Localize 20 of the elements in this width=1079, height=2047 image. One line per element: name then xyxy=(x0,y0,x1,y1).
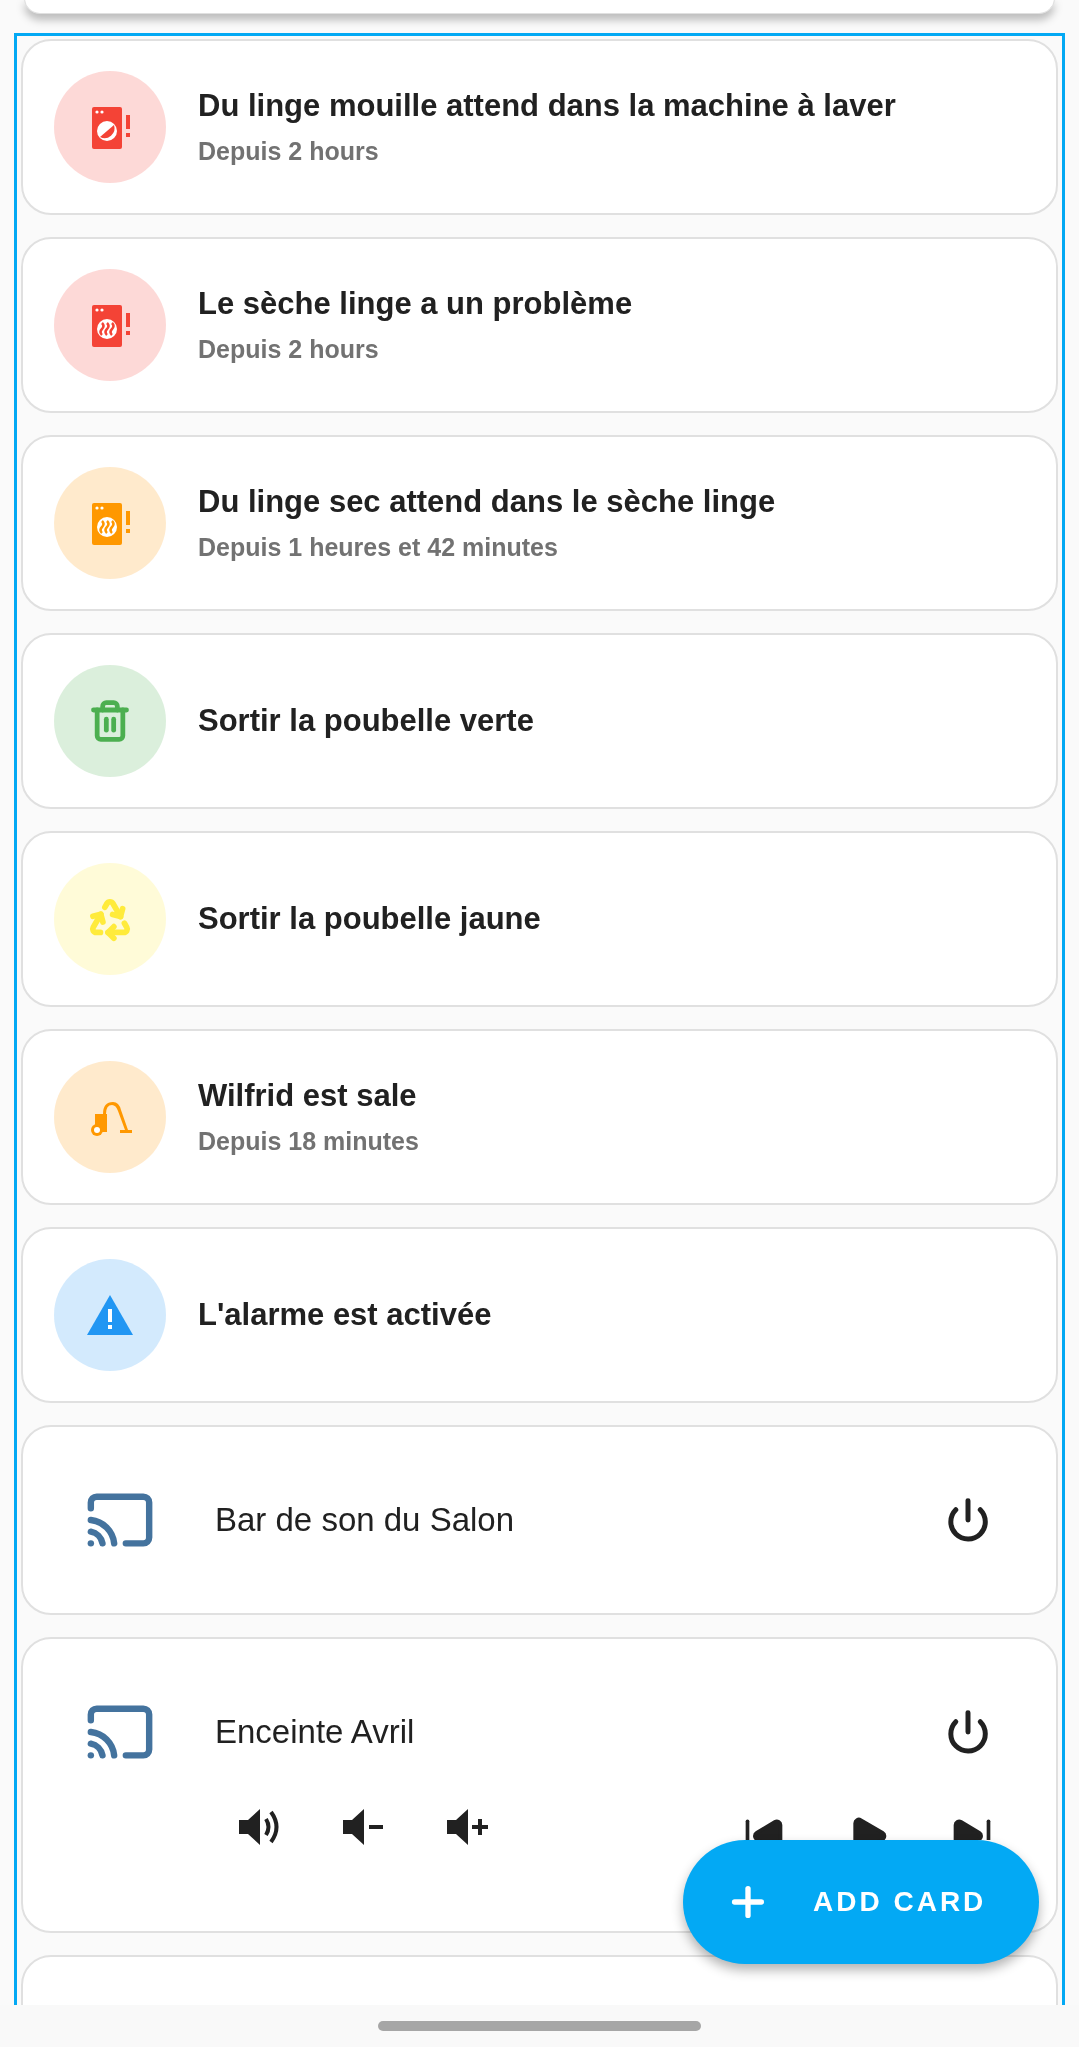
alert-card[interactable]: Sortir la poubelle verte xyxy=(21,633,1058,809)
alert-card[interactable]: Du linge sec attend dans le sèche linge Depuis 1 heures et 42 minutes xyxy=(21,435,1058,611)
alert-time: Depuis 2 hours xyxy=(198,333,380,365)
alert-card[interactable]: L'alarme est activée xyxy=(21,1227,1058,1403)
alert-time: Depuis 1 heures et 42 minutes xyxy=(198,531,559,563)
alert-time: Depuis 2 hours xyxy=(198,135,380,167)
alert-title: Sortir la poubelle verte xyxy=(198,701,534,740)
alert-title: Du linge mouille attend dans la machine à laver xyxy=(198,87,896,125)
alert-card[interactable]: Du linge mouille attend dans la machine à laver Depuis 2 hours xyxy=(21,39,1058,215)
player-name: Enceinte Avril xyxy=(215,1712,416,1753)
alert-title: Wilfrid est sale xyxy=(198,1077,418,1115)
alert-card[interactable]: Wilfrid est sale Depuis 18 minutes xyxy=(21,1029,1058,1205)
alert-title: Le sèche linge a un problème xyxy=(198,285,633,323)
alert-title: L'alarme est activée xyxy=(198,1295,492,1334)
alert-title: Sortir la poubelle jaune xyxy=(198,899,541,938)
alert-card[interactable]: Sortir la poubelle jaune xyxy=(21,831,1058,1007)
alert-title: Du linge sec attend dans le sèche linge xyxy=(198,483,776,521)
player-name: Bar de son du Salon xyxy=(215,1500,516,1541)
alert-card[interactable]: Le sèche linge a un problème Depuis 2 hours xyxy=(21,237,1058,413)
alert-time: Depuis 18 minutes xyxy=(198,1125,419,1157)
